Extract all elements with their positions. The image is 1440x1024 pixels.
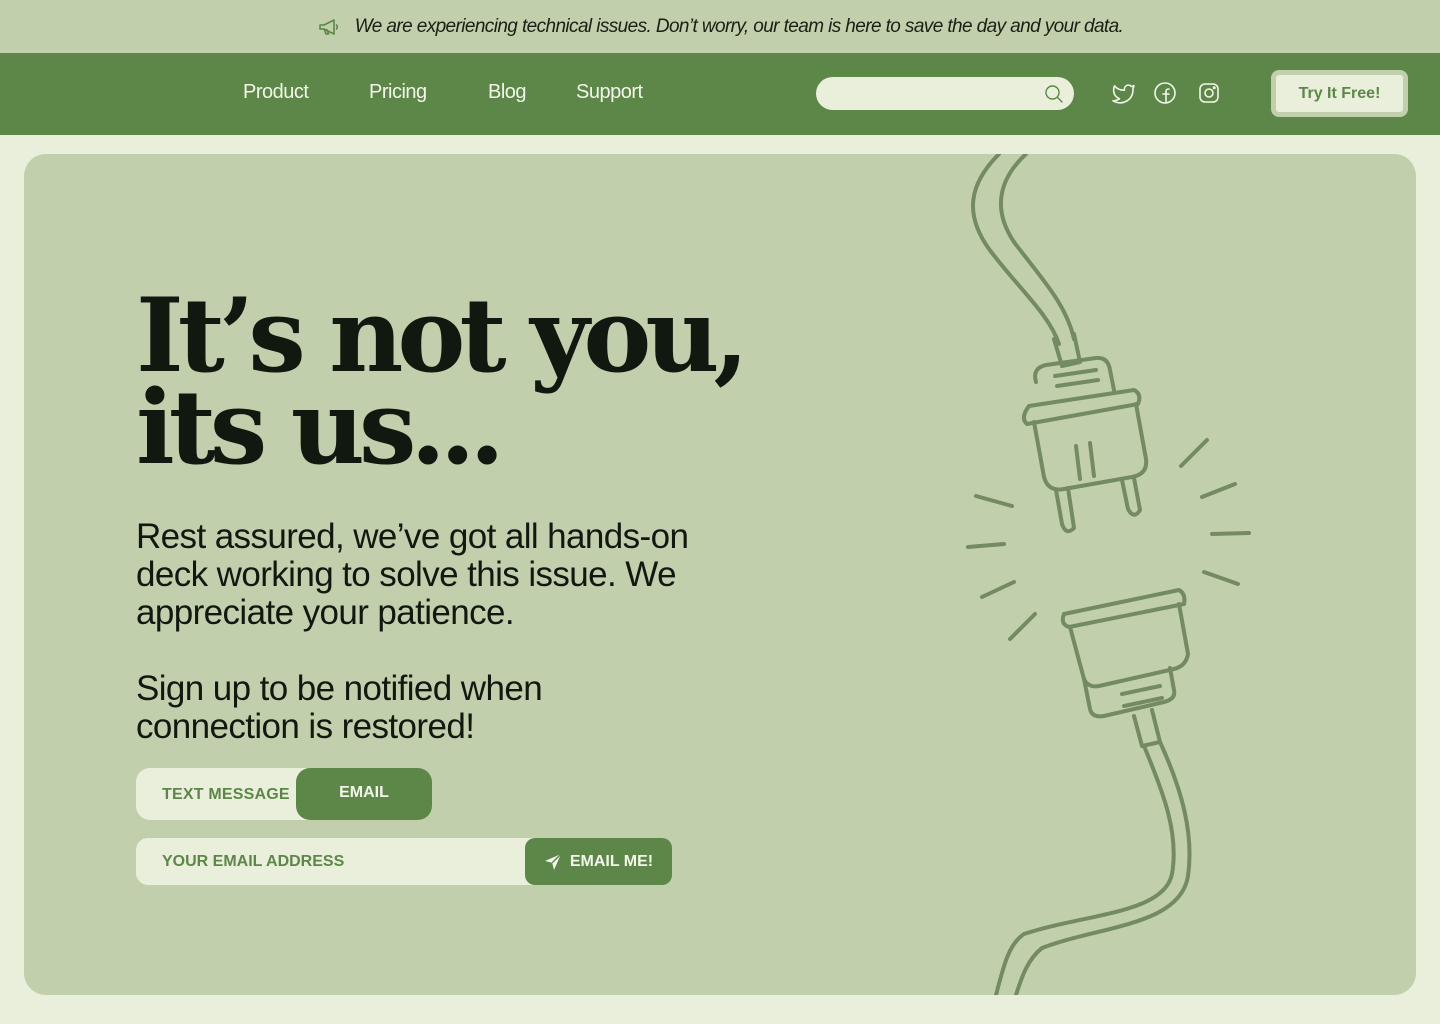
- headline-line-2: its us...: [136, 368, 505, 488]
- top-navigation: Product Pricing Blog Support Try It Free…: [0, 53, 1440, 135]
- email-me-label: EMAIL ME!: [569, 852, 654, 870]
- signup-prompt: Sign up to be notified when connection i…: [136, 669, 543, 746]
- email-input[interactable]: [162, 838, 522, 885]
- search-input[interactable]: [830, 77, 1030, 110]
- try-it-free-button[interactable]: Try It Free!: [1271, 70, 1408, 117]
- hero-body-text: Rest assured, we’ve got all hands-on dec…: [136, 517, 689, 632]
- nav-link-blog[interactable]: Blog: [488, 81, 527, 104]
- hero-card: It’s not you, its us... Rest assured, we…: [24, 154, 1416, 995]
- headline: It’s not you, its us...: [136, 285, 856, 488]
- facebook-icon[interactable]: [1153, 81, 1177, 105]
- nav-link-product[interactable]: Product: [243, 81, 309, 104]
- nav-link-support[interactable]: Support: [576, 81, 643, 104]
- toggle-text-message[interactable]: TEXT MESSAGE: [162, 786, 290, 804]
- announcement-bar: We are experiencing technical issues. Do…: [0, 0, 1440, 53]
- search-bar: [816, 77, 1074, 110]
- twitter-icon[interactable]: [1112, 81, 1136, 105]
- email-me-button[interactable]: EMAIL ME!: [525, 838, 672, 885]
- email-signup-form: EMAIL ME!: [136, 838, 672, 885]
- instagram-icon[interactable]: [1197, 81, 1221, 105]
- nav-link-pricing[interactable]: Pricing: [369, 81, 427, 104]
- toggle-email[interactable]: EMAIL: [296, 768, 432, 820]
- send-icon: [544, 853, 562, 871]
- search-icon[interactable]: [1044, 84, 1064, 104]
- megaphone-icon: [317, 15, 341, 39]
- notification-method-toggle: TEXT MESSAGE EMAIL: [136, 768, 432, 820]
- announcement-text: We are experiencing technical issues. Do…: [354, 15, 1124, 37]
